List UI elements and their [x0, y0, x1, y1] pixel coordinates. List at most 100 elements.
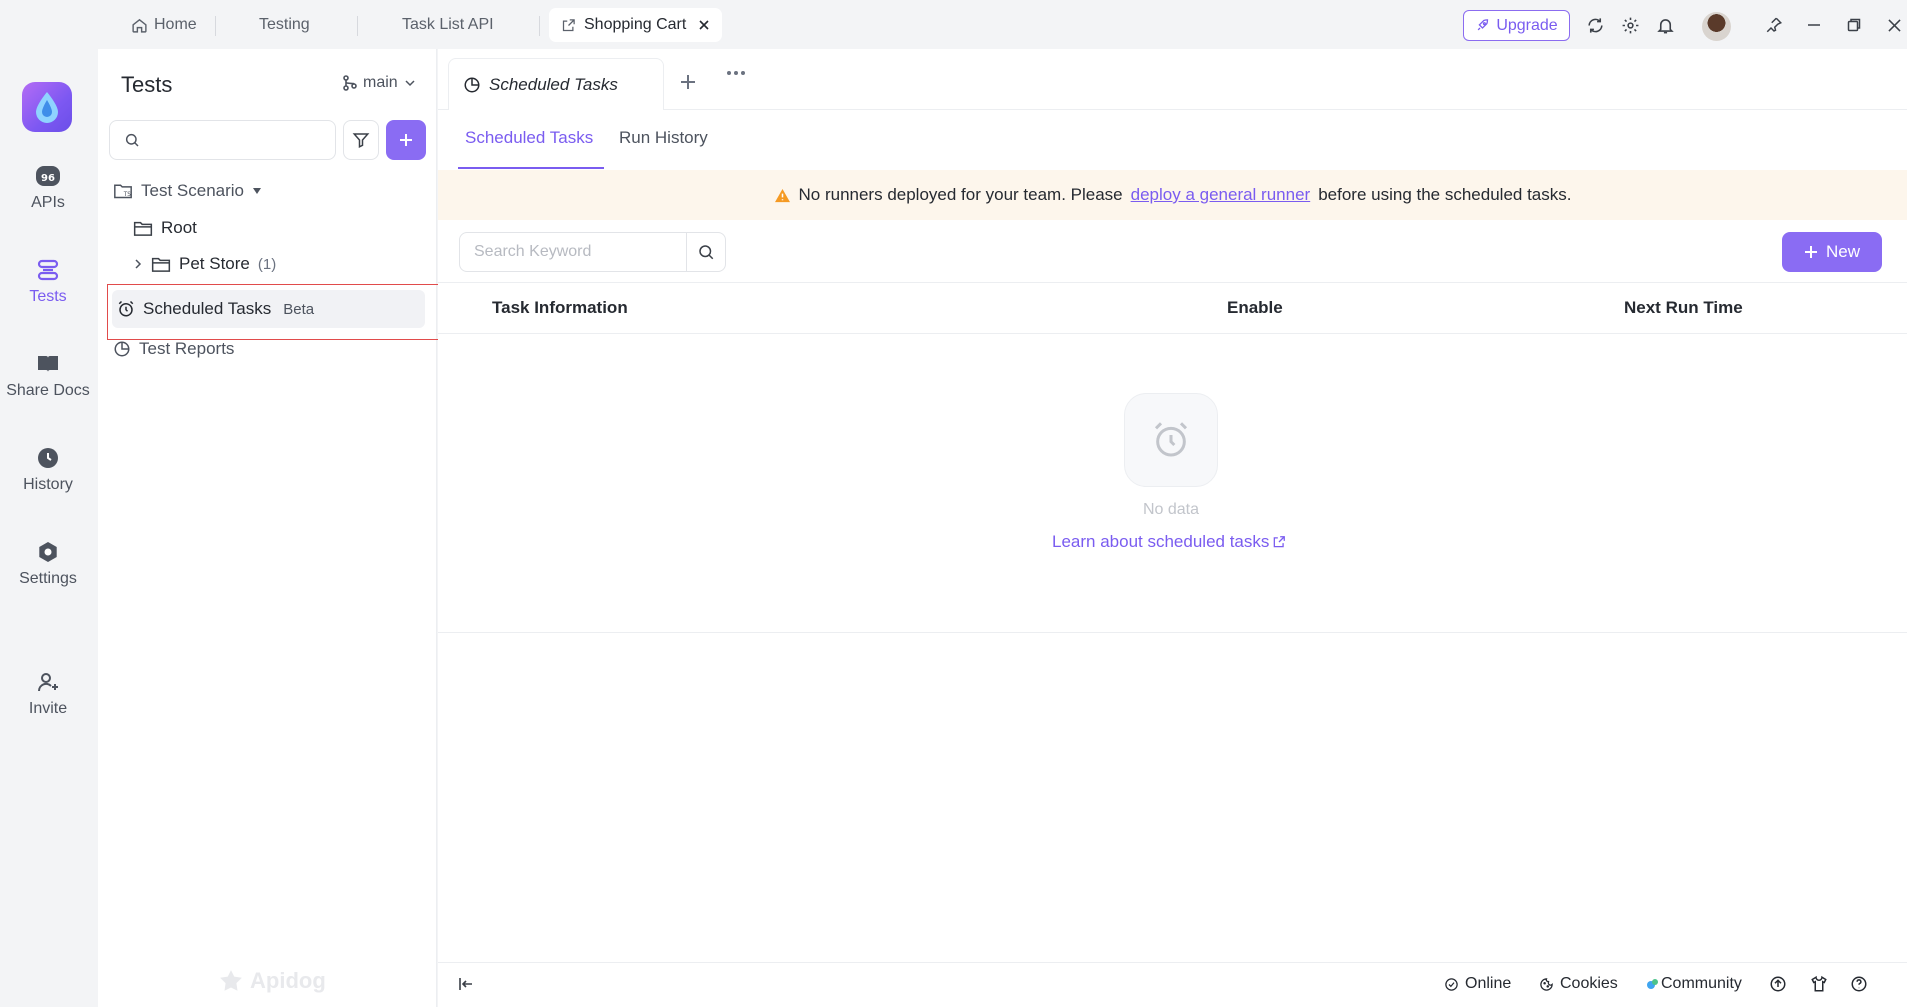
pie-chart-icon [113, 340, 131, 358]
svg-text:TS: TS [123, 192, 131, 198]
tab-shopping-cart[interactable]: Shopping Cart [549, 8, 723, 42]
shirt-icon[interactable] [1810, 975, 1828, 993]
settings-icon [36, 540, 60, 564]
column-header-next-run-time[interactable]: Next Run Time [1624, 298, 1743, 318]
keyword-search [459, 232, 687, 272]
alarm-clock-icon [117, 300, 135, 318]
branch-icon [343, 75, 357, 91]
add-button[interactable] [386, 120, 426, 160]
help-icon[interactable] [1850, 975, 1868, 993]
scenario-folder-icon: TS [113, 182, 133, 200]
learn-scheduled-tasks-link[interactable]: Learn about scheduled tasks [1052, 532, 1286, 552]
tree-item-label: Root [161, 218, 197, 237]
filter-button[interactable] [343, 120, 379, 160]
filter-icon [352, 131, 370, 149]
tree-item-scheduled-tasks[interactable]: Scheduled Tasks Beta [112, 290, 425, 328]
apidog-watermark: Apidog [218, 968, 326, 994]
folder-icon [133, 220, 153, 237]
restore-icon[interactable] [1842, 13, 1866, 37]
rail-item-label: Tests [29, 288, 67, 305]
tab-testing[interactable]: Testing [259, 8, 310, 42]
pin-icon[interactable] [1762, 13, 1786, 37]
branch-label: main [363, 74, 398, 91]
sync-icon[interactable] [1583, 13, 1607, 37]
beta-badge: Beta [283, 300, 315, 318]
tree-item-label: Pet Store [179, 254, 250, 273]
check-circle-icon [1444, 977, 1459, 992]
collapse-sidebar-icon[interactable] [458, 976, 474, 992]
tree-item-test-reports[interactable]: Test Reports [113, 339, 234, 359]
tree-item-pet-store[interactable]: Pet Store (1) [133, 254, 276, 274]
banner-text-after: before using the scheduled tasks. [1318, 185, 1572, 204]
upload-icon[interactable] [1769, 975, 1787, 993]
rail-item-share-docs[interactable]: Share Docs [0, 352, 96, 400]
rail-item-history[interactable]: History [0, 446, 96, 494]
caret-down-icon [252, 187, 262, 195]
minimize-icon[interactable] [1802, 13, 1826, 37]
doc-tab-scheduled-tasks[interactable]: Scheduled Tasks [448, 58, 664, 110]
alarm-clock-icon [1151, 420, 1191, 460]
tab-testing-label: Testing [259, 16, 310, 33]
upgrade-button[interactable]: Upgrade [1463, 10, 1570, 41]
external-link-icon [561, 18, 576, 33]
chevron-down-icon [404, 77, 416, 89]
branch-selector[interactable]: main [343, 74, 416, 92]
svg-text:96: 96 [41, 173, 55, 184]
subtab-run-history[interactable]: Run History [619, 128, 708, 148]
keyword-search-input[interactable] [474, 243, 674, 261]
rail-item-tests[interactable]: Tests [0, 258, 96, 306]
tab-task-list-api[interactable]: Task List API [402, 8, 494, 42]
tree-item-label: Test Reports [139, 339, 235, 358]
deploy-runner-link[interactable]: deploy a general runner [1131, 185, 1311, 205]
plus-icon [678, 72, 702, 92]
search-icon [697, 243, 715, 261]
home-icon [131, 17, 148, 34]
subtab-scheduled-tasks[interactable]: Scheduled Tasks [465, 128, 593, 148]
rail-item-label: Invite [28, 700, 68, 717]
avatar[interactable] [1702, 12, 1731, 41]
rail-item-apis[interactable]: 96 APIs [0, 164, 96, 212]
warning-banner: No runners deployed for your team. Pleas… [438, 170, 1907, 220]
rail-item-label: APIs [31, 194, 65, 211]
close-window-icon[interactable] [1882, 13, 1906, 37]
more-options-icon[interactable] [726, 70, 746, 76]
community-button[interactable]: Community [1647, 975, 1742, 993]
add-user-icon [36, 670, 60, 694]
watermark-text: Apidog [250, 968, 326, 993]
empty-state-text: No data [1142, 501, 1200, 518]
gear-icon[interactable] [1618, 13, 1642, 37]
tree-item-label: Test Scenario [141, 181, 244, 200]
tests-search-input[interactable] [109, 120, 336, 160]
cookies-label: Cookies [1560, 975, 1618, 992]
close-tab-icon[interactable] [698, 19, 710, 31]
tree-item-test-scenario[interactable]: TS Test Scenario [113, 181, 262, 201]
tab-separator [539, 16, 540, 36]
online-status[interactable]: Online [1444, 975, 1511, 993]
new-task-button[interactable]: New [1782, 232, 1882, 272]
column-header-enable[interactable]: Enable [1227, 298, 1283, 318]
tab-shopping-cart-label: Shopping Cart [584, 16, 687, 33]
clock-icon [36, 446, 60, 470]
search-icon [124, 132, 140, 148]
doc-tab-label: Scheduled Tasks [489, 74, 618, 94]
chevron-right-icon[interactable] [133, 258, 143, 270]
learn-link-label: Learn about scheduled tasks [1052, 532, 1270, 551]
active-tab-indicator [458, 167, 604, 169]
cookies-button[interactable]: Cookies [1539, 975, 1618, 993]
bell-icon[interactable] [1653, 13, 1677, 37]
community-icon [1647, 978, 1659, 990]
keyword-search-button[interactable] [686, 232, 726, 272]
tree-item-root[interactable]: Root [133, 218, 197, 238]
item-count: (1) [257, 255, 277, 273]
panel-title: Tests [121, 72, 173, 97]
column-header-task-information[interactable]: Task Information [492, 298, 628, 318]
community-label: Community [1661, 975, 1742, 992]
book-icon [36, 352, 60, 376]
external-link-icon [1272, 535, 1286, 549]
rail-item-label: History [23, 476, 73, 493]
tab-home[interactable]: Home [131, 8, 197, 42]
rail-item-settings[interactable]: Settings [0, 540, 96, 588]
new-tab-button[interactable] [678, 72, 702, 96]
rail-item-invite[interactable]: Invite [0, 670, 96, 718]
app-logo[interactable] [22, 82, 72, 132]
